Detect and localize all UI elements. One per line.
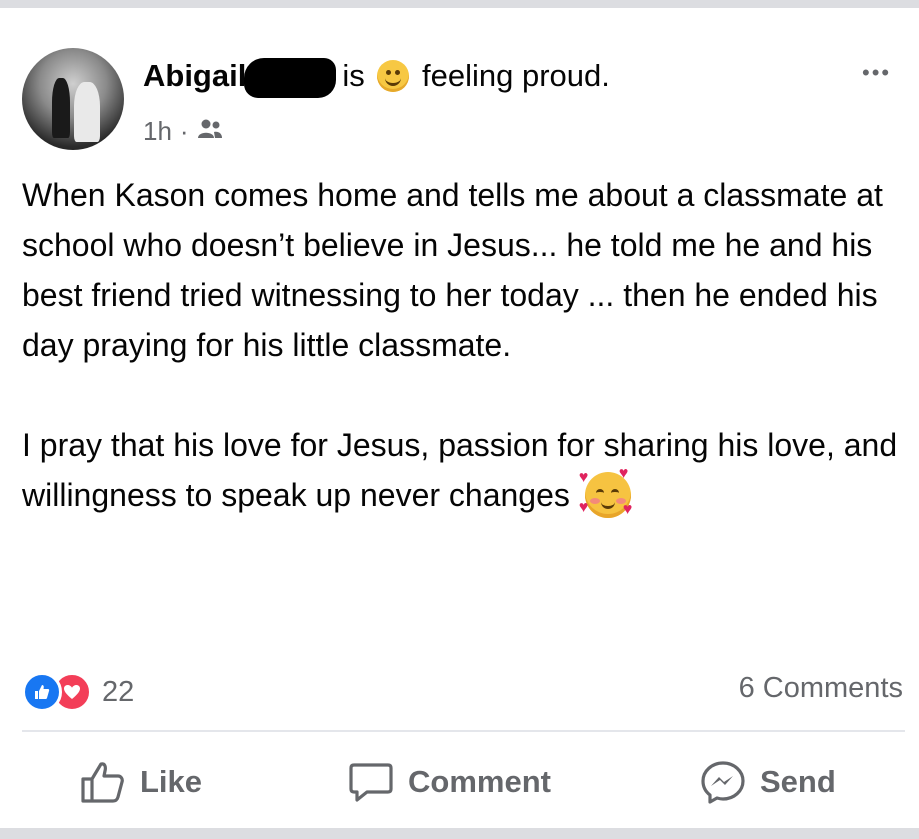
action-bar: Like Comment Send [0, 752, 919, 812]
avatar-figure-right [74, 82, 100, 142]
post-header-line: Abigail is feeling proud. [143, 56, 610, 98]
comment-icon [349, 763, 393, 802]
author-name[interactable]: Abigail [143, 58, 246, 93]
divider [22, 730, 905, 732]
post-body: When Kason comes home and tells me about… [22, 170, 902, 520]
send-label: Send [760, 764, 836, 799]
smiling-face-icon [377, 60, 410, 92]
like-label: Like [140, 764, 203, 799]
like-icon [81, 762, 124, 803]
like-reaction-icon [22, 672, 62, 712]
comments-count-link[interactable]: 6 Comments [739, 672, 903, 705]
meta-separator: · [179, 116, 189, 146]
post-paragraph-with-emoji: I pray that his love for Jesus, passion … [22, 420, 902, 520]
smiling-face-with-hearts-icon: ♥ ♥ ♥ ♥ [578, 465, 633, 518]
post-meta: 1h · [143, 116, 223, 147]
like-button[interactable]: Like [80, 752, 202, 812]
messenger-icon [701, 761, 745, 804]
comment-button[interactable]: Comment [348, 752, 551, 812]
post-paragraph: When Kason comes home and tells me about… [22, 177, 883, 363]
timestamp[interactable]: 1h [143, 116, 172, 147]
comment-label: Comment [408, 764, 551, 799]
redaction-mark [244, 58, 337, 98]
send-button[interactable]: Send [700, 752, 836, 812]
post-card: Abigail is feeling proud. 1h · ••• When K… [0, 8, 919, 828]
avatar-figure-left [52, 78, 70, 138]
post-paragraph: I pray that his love for Jesus, passion … [22, 427, 898, 513]
status-verb: is [342, 58, 365, 93]
feeling-text: feeling proud. [421, 58, 610, 93]
avatar[interactable] [22, 48, 124, 150]
friends-icon[interactable] [197, 116, 223, 147]
reactions-count: 22 [102, 675, 135, 708]
reactions-summary[interactable]: 22 [22, 672, 134, 712]
more-options-icon[interactable]: ••• [862, 60, 891, 86]
